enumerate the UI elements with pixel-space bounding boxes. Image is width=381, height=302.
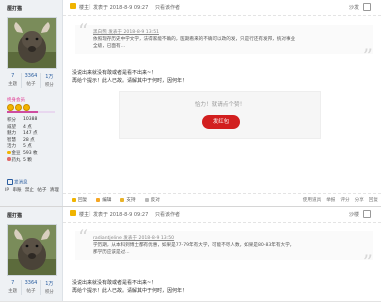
reply-button[interactable]: 回复 <box>72 197 87 203</box>
quote-line: 全级，已面有… <box>93 44 126 49</box>
prop-row: 智慧 28 点 <box>7 137 35 143</box>
body-line: 再给个提示！此人已故。请解其中于何时，因何年！ <box>72 288 188 294</box>
account-link[interactable]: 串账 <box>12 188 21 193</box>
only-author-link[interactable]: 只看该作者 <box>155 4 180 11</box>
medal-icon[interactable] <box>23 104 30 111</box>
use-item-link[interactable]: 使用道具 <box>303 197 321 203</box>
prop-row: 魅力 147 点 <box>7 131 38 137</box>
reward-box: 恰力！就请点个赞！ 发红包 <box>119 91 321 139</box>
user-stats: 7 主题 3364 帖子 1万 积分 <box>4 73 58 88</box>
user-sidebar: 厘打猫 7 主题 3364 帖子 <box>0 0 63 206</box>
username[interactable]: 厘打猫 <box>7 212 22 219</box>
landlord-label: 楼主 <box>79 5 90 11</box>
oppose-button[interactable]: 反对 <box>144 197 160 203</box>
edit-button[interactable]: 编辑 <box>96 197 111 203</box>
quote-open-icon: “ <box>78 225 89 249</box>
edit-icon <box>96 197 101 202</box>
online-status-icon <box>70 3 76 9</box>
quote-close-icon: ” <box>362 250 373 274</box>
send-message-link[interactable]: 发消息 <box>7 179 28 186</box>
username[interactable]: 厘打猫 <box>7 5 22 12</box>
stat-posts[interactable]: 3364 帖子 <box>22 280 41 295</box>
thumbs-up-icon <box>120 197 125 202</box>
floor-number[interactable]: 沙发 <box>349 4 359 11</box>
pin-icon[interactable] <box>363 3 371 11</box>
post-actions-bar: 回复 编辑 支持 反对 使用道具 举报 评分 分享 回复 <box>63 193 381 206</box>
stat-topics[interactable]: 7 主题 <box>4 73 23 88</box>
online-status-icon <box>70 210 76 216</box>
avatar[interactable] <box>7 17 57 69</box>
stat-points[interactable]: 1万 积分 <box>41 280 58 295</box>
post-meta-bar: 楼主 | 发表于 2018-8-9 09:27 只看该作者 沙楼 <box>63 207 381 223</box>
medal-icon[interactable] <box>15 104 22 111</box>
stat-topics[interactable]: 7 主题 <box>4 280 23 295</box>
quote-header[interactable]: radiantjeline 发表于 2018-8-9 13:50 <box>93 235 365 242</box>
prop-row: 积分 10388 <box>7 117 38 123</box>
reply-icon <box>72 197 76 202</box>
post-body: 没说出来就没有敢或者是看不出来~！ 再给个提示！此人已故。请解其中于何时，因何年… <box>72 69 187 85</box>
post-date: 发表于 2018-8-9 09:27 <box>93 212 149 218</box>
admin-actions: IP 串账 禁止 帖子 清理 <box>5 187 61 193</box>
medals <box>7 104 30 111</box>
quote-line: 依照现存历史中学文学，法得家能不确的，医期看来的不确可以政的发，只是行还有发邦，… <box>93 37 296 42</box>
share-link[interactable]: 分享 <box>355 197 364 203</box>
report-link[interactable]: 举报 <box>326 197 335 203</box>
post-1: 厘打猫 7 主题 3364 帖子 1万 积分 终身会员 积分 10388 威望 … <box>0 0 381 207</box>
meta-separator: | <box>89 211 91 217</box>
ban-link[interactable]: 禁止 <box>25 188 34 193</box>
level-progress-fill <box>7 111 39 113</box>
user-props: 积分 10388 威望 4 点 魅力 147 点 智慧 28 点 活力 5 点 金豆 593… <box>7 117 57 163</box>
stat-posts[interactable]: 3364 帖子 <box>22 73 41 88</box>
rate-link[interactable]: 评分 <box>340 197 349 203</box>
prop-row: 活力 5 点 <box>7 144 32 150</box>
pill-icon <box>7 157 11 161</box>
clean-link[interactable]: 清理 <box>50 188 59 193</box>
gold-bean-icon <box>7 150 11 155</box>
ip-link[interactable]: IP <box>5 188 9 193</box>
only-author-link[interactable]: 只看该作者 <box>155 211 180 218</box>
avatar[interactable] <box>7 224 57 276</box>
pin-icon[interactable] <box>363 210 371 218</box>
body-line: 没说出来就没有敢或者是看不出来~！ <box>72 280 157 286</box>
user-stats: 7 主题 3364 帖子 1万 积分 <box>4 280 58 295</box>
prop-row: 金豆 593 枚 <box>7 150 57 157</box>
medal-icon[interactable] <box>7 104 14 111</box>
level-progress-bar <box>7 111 55 113</box>
post-content: 楼主 | 发表于 2018-8-9 09:27 只看该作者 沙发 “ 黑白熊 发… <box>63 0 381 206</box>
reward-message: 恰力！就请点个赞！ <box>194 102 246 108</box>
thumbs-down-icon <box>144 197 149 202</box>
quote-line: 那学历应该是过... <box>93 250 130 255</box>
post-date: 发表于 2018-8-9 09:27 <box>93 5 149 11</box>
send-red-packet-button[interactable]: 发红包 <box>202 115 240 129</box>
quote-line: 学历期，从本科到博士都有优惠，如果是77-79年有大学，可能不尽人数，如果是80… <box>93 243 295 248</box>
stat-points[interactable]: 1万 积分 <box>41 73 58 88</box>
landlord-label: 楼主 <box>79 212 90 218</box>
user-group[interactable]: 终身会员 <box>7 97 25 103</box>
quote-header[interactable]: 黑白熊 发表于 2018-8-9 13:51 <box>93 29 365 36</box>
message-icon <box>7 179 13 185</box>
post-meta-bar: 楼主 | 发表于 2018-8-9 09:27 只看该作者 沙发 <box>63 0 381 16</box>
quote-open-icon: “ <box>78 19 89 43</box>
quote-block: “ radiantjeline 发表于 2018-8-9 13:50 学历期，从… <box>75 227 373 272</box>
quote-close-icon: ” <box>362 44 373 68</box>
body-line: 没说出来就没有敢或者是看不出来~！ <box>72 70 157 76</box>
reply-link[interactable]: 回复 <box>369 197 378 203</box>
post-body: 没说出来就没有敢或者是看不出来~！ 再给个提示！此人已故。请解其中于何时，因何年… <box>72 279 187 295</box>
posts-link[interactable]: 帖子 <box>37 188 46 193</box>
support-button[interactable]: 支持 <box>120 197 136 203</box>
prop-row: 药丸 5 颗 <box>7 157 57 164</box>
prop-row: 威望 4 点 <box>7 124 32 130</box>
body-line: 再给个提示！此人已故。请解其中于何时，因何年！ <box>72 78 188 84</box>
post-2: 厘打猫 7 主题 3364 帖子 1万 积分 楼主 | 发表于 2018-8-9… <box>0 206 381 302</box>
floor-number[interactable]: 沙楼 <box>349 211 359 218</box>
post-content: 楼主 | 发表于 2018-8-9 09:27 只看该作者 沙楼 “ radia… <box>63 207 381 301</box>
quote-block: “ 黑白熊 发表于 2018-8-9 13:51 依照现存历史中学文学，法得家能… <box>75 21 373 66</box>
user-sidebar: 厘打猫 7 主题 3364 帖子 <box>0 207 63 301</box>
meta-separator: | <box>89 4 91 10</box>
